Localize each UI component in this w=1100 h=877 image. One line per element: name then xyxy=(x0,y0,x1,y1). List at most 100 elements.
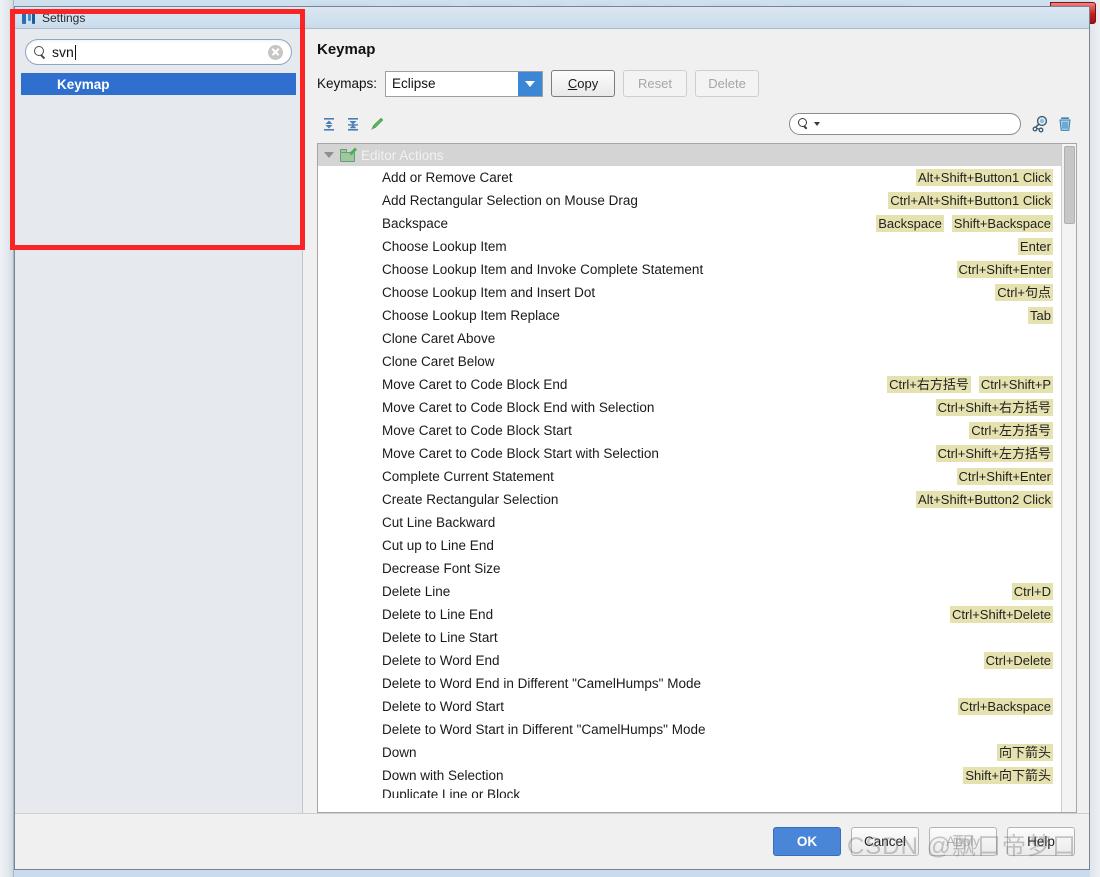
action-name: Duplicate Line or Block xyxy=(382,787,521,798)
action-shortcuts: Tab xyxy=(1028,307,1057,324)
keymap-tree-scrollarea: Editor Actions Add or Remove Caret Alt+Sh… xyxy=(318,144,1061,812)
shortcut-badge[interactable]: Backspace xyxy=(876,215,944,232)
action-shortcuts: Ctrl+Shift+右方括号 xyxy=(935,399,1057,416)
clear-search-icon[interactable] xyxy=(268,44,283,60)
keymap-select[interactable]: Eclipse xyxy=(385,70,544,97)
tree-group-editor-actions[interactable]: Editor Actions xyxy=(318,144,1061,166)
shortcut-badge[interactable]: Ctrl+句点 xyxy=(995,284,1053,301)
action-shortcuts: Ctrl+Delete xyxy=(983,652,1057,669)
shortcut-badge[interactable]: Shift+Backspace xyxy=(951,215,1053,232)
action-shortcuts: Alt+Shift+Button2 Click xyxy=(916,491,1057,508)
action-name: Delete to Word End xyxy=(382,653,500,668)
shortcut-badge[interactable]: Ctrl+Shift+右方括号 xyxy=(935,399,1053,416)
action-name: Choose Lookup Item Replace xyxy=(382,308,560,323)
shortcut-badge[interactable]: Enter xyxy=(1017,238,1053,255)
table-row[interactable]: Move Caret to Code Block End Ctrl+右方括号 Ctr… xyxy=(318,373,1061,396)
shortcut-filter-input[interactable] xyxy=(789,113,1021,135)
table-row[interactable]: Cut Line Backward xyxy=(318,511,1061,534)
settings-results-list: Keymap xyxy=(21,73,296,813)
tree-vertical-scrollbar[interactable] xyxy=(1061,144,1076,812)
action-name: Cut Line Backward xyxy=(382,515,496,530)
table-row[interactable]: Delete to Word Start Ctrl+Backspace xyxy=(318,695,1061,718)
copy-button[interactable]: Copy xyxy=(551,70,616,97)
shortcut-badge[interactable]: Ctrl+Alt+Shift+Button1 Click xyxy=(888,192,1053,209)
table-row[interactable]: Clone Caret Below xyxy=(318,350,1061,373)
table-row[interactable]: Down 向下箭头 xyxy=(318,741,1061,764)
table-row[interactable]: Backspace Backspace Shift+Backspace xyxy=(318,212,1061,235)
trash-delete-icon[interactable] xyxy=(1053,113,1077,135)
action-name: Delete to Line End xyxy=(382,607,494,622)
apply-button[interactable]: Apply xyxy=(929,827,997,856)
shortcut-badge[interactable]: Ctrl+Delete xyxy=(983,652,1053,669)
action-name: Down xyxy=(382,745,417,760)
shortcut-badge[interactable]: Alt+Shift+Button2 Click xyxy=(916,491,1053,508)
shortcut-badge[interactable]: Ctrl+D xyxy=(1011,583,1053,600)
table-row[interactable]: Cut up to Line End xyxy=(318,534,1061,557)
action-name: Complete Current Statement xyxy=(382,469,554,484)
table-row[interactable]: Choose Lookup Item and Invoke Complete S… xyxy=(318,258,1061,281)
table-row[interactable]: Create Rectangular Selection Alt+Shift+Bu… xyxy=(318,488,1061,511)
table-row[interactable]: Duplicate Line or Block xyxy=(318,787,1061,798)
table-row[interactable]: Delete to Line Start xyxy=(318,626,1061,649)
action-name: Backspace xyxy=(382,216,449,231)
sidebar-item-keymap[interactable]: Keymap xyxy=(21,73,296,95)
action-shortcuts: Ctrl+Shift+左方括号 xyxy=(935,445,1057,462)
action-name: Delete Line xyxy=(382,584,451,599)
action-shortcuts: Ctrl+Alt+Shift+Button1 Click xyxy=(888,192,1057,209)
text-caret xyxy=(74,45,76,60)
keymap-toolbar xyxy=(317,111,1077,137)
page-title: Keymap xyxy=(317,41,376,58)
shortcut-badge[interactable]: Ctrl+右方括号 xyxy=(887,376,971,393)
shortcut-badge[interactable]: Ctrl+Shift+左方括号 xyxy=(935,445,1053,462)
search-input[interactable]: svn xyxy=(25,39,292,65)
table-row[interactable]: Add or Remove Caret Alt+Shift+Button1 Cli… xyxy=(318,166,1061,189)
find-by-shortcut-icon[interactable] xyxy=(1029,113,1053,135)
shortcut-badge[interactable]: Tab xyxy=(1028,307,1053,324)
filter-dropdown-icon[interactable] xyxy=(814,122,820,126)
dialog-titlebar: Settings xyxy=(15,7,1089,29)
reset-button[interactable]: Reset xyxy=(623,70,688,97)
action-shortcuts: Shift+向下箭头 xyxy=(963,767,1057,784)
action-name: Choose Lookup Item and Invoke Complete S… xyxy=(382,262,704,277)
filter-search-icon xyxy=(798,118,812,130)
action-name: Delete to Word Start in Different "Camel… xyxy=(382,722,706,737)
table-row[interactable]: Move Caret to Code Block End with Select… xyxy=(318,396,1061,419)
pencil-edit-icon[interactable] xyxy=(365,113,389,135)
table-row[interactable]: Decrease Font Size xyxy=(318,557,1061,580)
shortcut-badge[interactable]: Ctrl+左方括号 xyxy=(969,422,1053,439)
shortcut-badge[interactable]: Alt+Shift+Button1 Click xyxy=(916,169,1053,186)
cancel-button[interactable]: Cancel xyxy=(851,827,919,856)
table-row[interactable]: Choose Lookup Item Enter xyxy=(318,235,1061,258)
table-row[interactable]: Delete to Word Start in Different "Camel… xyxy=(318,718,1061,741)
delete-keymap-button[interactable]: Delete xyxy=(695,70,760,97)
tree-scrollbar-thumb[interactable] xyxy=(1064,146,1075,224)
collapse-all-icon[interactable] xyxy=(341,113,365,135)
table-row[interactable]: Clone Caret Above xyxy=(318,327,1061,350)
copy-button-rest: opy xyxy=(577,76,599,91)
help-button[interactable]: Help xyxy=(1007,827,1075,856)
table-row[interactable]: Down with Selection Shift+向下箭头 xyxy=(318,764,1061,787)
shortcut-badge[interactable]: Shift+向下箭头 xyxy=(963,767,1053,784)
shortcut-badge[interactable]: Ctrl+Backspace xyxy=(957,698,1053,715)
action-shortcuts: Ctrl+Shift+Enter xyxy=(956,261,1058,278)
table-row[interactable]: Delete Line Ctrl+D xyxy=(318,580,1061,603)
shortcut-badge[interactable]: Ctrl+Shift+P xyxy=(978,376,1053,393)
table-row[interactable]: Choose Lookup Item Replace Tab xyxy=(318,304,1061,327)
action-name: Clone Caret Below xyxy=(382,354,495,369)
expand-all-icon[interactable] xyxy=(317,113,341,135)
table-row[interactable]: Move Caret to Code Block Start with Sele… xyxy=(318,442,1061,465)
shortcut-badge[interactable]: Ctrl+Shift+Delete xyxy=(950,606,1053,623)
table-row[interactable]: Complete Current Statement Ctrl+Shift+Ent… xyxy=(318,465,1061,488)
chevron-down-icon[interactable] xyxy=(324,152,334,158)
table-row[interactable]: Delete to Word End Ctrl+Delete xyxy=(318,649,1061,672)
ok-button[interactable]: OK xyxy=(773,827,841,856)
table-row[interactable]: Add Rectangular Selection on Mouse Drag C… xyxy=(318,189,1061,212)
table-row[interactable]: Delete to Line End Ctrl+Shift+Delete xyxy=(318,603,1061,626)
table-row[interactable]: Choose Lookup Item and Insert Dot Ctrl+句点 xyxy=(318,281,1061,304)
table-row[interactable]: Move Caret to Code Block Start Ctrl+左方括号 xyxy=(318,419,1061,442)
shortcut-badge[interactable]: 向下箭头 xyxy=(996,744,1053,761)
chevron-down-icon[interactable] xyxy=(518,71,543,96)
shortcut-badge[interactable]: Ctrl+Shift+Enter xyxy=(956,468,1053,485)
shortcut-badge[interactable]: Ctrl+Shift+Enter xyxy=(956,261,1053,278)
table-row[interactable]: Delete to Word End in Different "CamelHu… xyxy=(318,672,1061,695)
